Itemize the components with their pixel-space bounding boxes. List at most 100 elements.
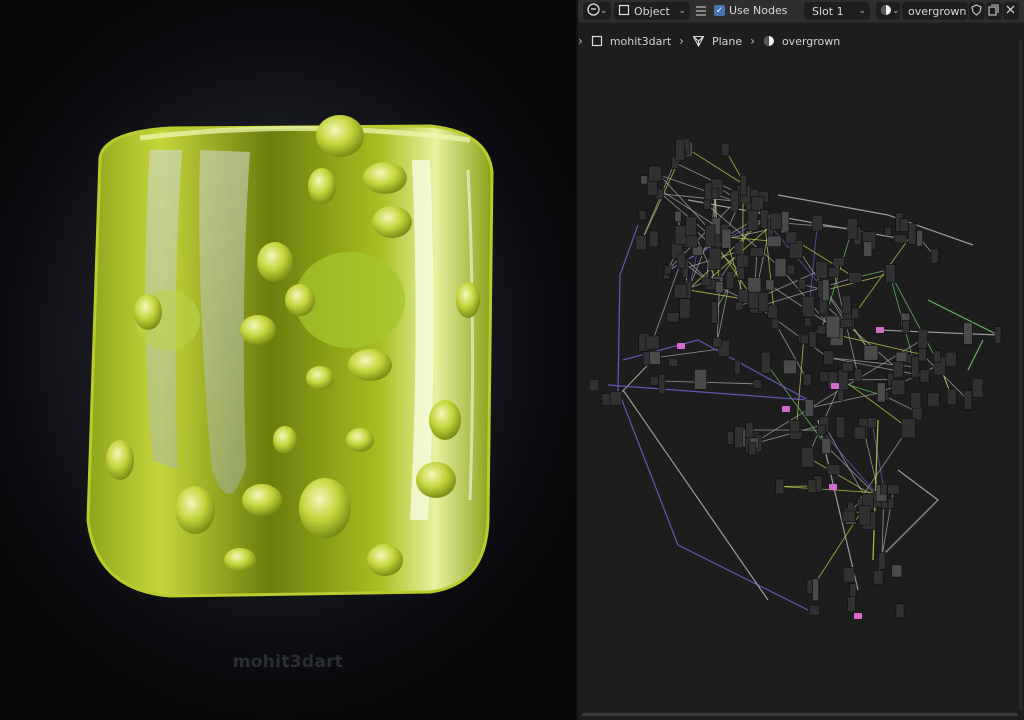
shader-node[interactable] (757, 292, 769, 313)
shader-node[interactable] (588, 379, 600, 391)
shader-node[interactable] (736, 254, 750, 268)
shader-node[interactable] (817, 325, 826, 335)
shader-node[interactable] (726, 430, 734, 445)
shader-node[interactable] (843, 567, 855, 583)
shader-node[interactable] (789, 419, 801, 433)
shader-node[interactable] (730, 189, 739, 213)
shader-node[interactable] (740, 174, 748, 196)
shader-node[interactable] (815, 260, 829, 279)
shader-node[interactable] (893, 234, 908, 244)
shader-node[interactable] (711, 301, 718, 324)
shader-node[interactable] (899, 218, 909, 232)
shader-node[interactable] (747, 209, 759, 232)
shader-node[interactable] (721, 143, 730, 157)
group-node[interactable] (854, 613, 862, 619)
shader-node[interactable] (704, 182, 713, 203)
shader-node[interactable] (648, 351, 661, 365)
shader-node[interactable] (808, 331, 817, 348)
shader-node[interactable] (785, 231, 797, 244)
shader-node[interactable] (801, 295, 815, 318)
shader-node[interactable] (737, 289, 749, 303)
shader-node[interactable] (767, 304, 779, 319)
shader-node[interactable] (797, 279, 807, 290)
shader-node[interactable] (775, 478, 785, 495)
shader-node[interactable] (774, 258, 787, 278)
shader-node[interactable] (825, 315, 841, 339)
shader-node[interactable] (648, 165, 662, 182)
shader-node[interactable] (835, 416, 846, 439)
shader-node[interactable] (853, 368, 863, 382)
shader-node[interactable] (734, 301, 744, 311)
shader-node[interactable] (840, 318, 853, 328)
shader-node[interactable] (674, 210, 682, 223)
shader-node[interactable] (876, 382, 886, 403)
shader-node[interactable] (767, 235, 782, 247)
shader-node[interactable] (837, 369, 849, 391)
shader-node[interactable] (609, 391, 622, 406)
shader-node[interactable] (846, 217, 858, 240)
shader-node[interactable] (664, 265, 672, 275)
shader-node[interactable] (747, 277, 762, 293)
shader-node[interactable] (752, 379, 762, 389)
shader-node[interactable] (819, 371, 829, 383)
shader-node[interactable] (734, 359, 741, 375)
shader-node[interactable] (847, 596, 856, 612)
shader-node[interactable] (930, 248, 939, 264)
shader-node[interactable] (863, 345, 879, 361)
unlink-button[interactable] (1003, 2, 1019, 20)
shader-node[interactable] (712, 337, 722, 348)
shader-node[interactable] (994, 326, 1002, 344)
shader-node[interactable] (901, 418, 916, 439)
shader-node[interactable] (918, 347, 927, 362)
shader-node[interactable] (946, 388, 957, 406)
shader-node[interactable] (821, 279, 830, 302)
material-browse-button[interactable]: ⌄ (876, 2, 900, 20)
shader-node[interactable] (745, 421, 754, 439)
shader-node[interactable] (933, 350, 941, 363)
shader-node[interactable] (676, 253, 686, 269)
shader-node[interactable] (765, 279, 775, 291)
shader-node[interactable] (826, 464, 841, 475)
shader-node[interactable] (649, 230, 659, 248)
shader-node[interactable] (807, 479, 817, 493)
shader-node[interactable] (891, 379, 906, 396)
group-node[interactable] (876, 327, 884, 333)
shader-node[interactable] (821, 437, 832, 454)
material-name-field[interactable]: overgrown (902, 2, 968, 20)
shader-node[interactable] (884, 226, 892, 236)
shader-node[interactable] (902, 320, 910, 334)
shader-node[interactable] (927, 392, 940, 408)
shader-node[interactable] (841, 362, 854, 372)
shader-node[interactable] (945, 351, 957, 367)
shader-node[interactable] (895, 351, 909, 363)
shader-node[interactable] (721, 228, 732, 249)
shader-node[interactable] (685, 216, 697, 236)
horizontal-scrollbar[interactable] (582, 713, 1018, 716)
shader-node[interactable] (760, 209, 769, 229)
shader-node[interactable] (703, 199, 712, 210)
shader-node[interactable] (748, 442, 757, 456)
breadcrumb-mesh[interactable]: Plane (692, 35, 742, 48)
shader-node[interactable] (916, 229, 923, 247)
shader-node[interactable] (801, 446, 814, 468)
shader-node[interactable] (863, 241, 873, 257)
shader-node[interactable] (832, 257, 845, 267)
shader-node[interactable] (919, 369, 930, 383)
shader-node[interactable] (812, 578, 819, 602)
shader-node[interactable] (811, 214, 823, 232)
shader-node[interactable] (971, 378, 984, 398)
shader-node[interactable] (895, 603, 905, 619)
shader-node[interactable] (668, 357, 679, 367)
shader-node[interactable] (666, 312, 680, 323)
shader-node[interactable] (704, 224, 716, 247)
shader-node[interactable] (673, 283, 688, 299)
use-nodes-checkbox[interactable]: ✓ (714, 5, 725, 16)
shader-node[interactable] (694, 369, 707, 390)
shader-node[interactable] (880, 483, 888, 495)
shader-node[interactable] (649, 376, 659, 386)
shader-node[interactable] (800, 334, 809, 345)
shader-node[interactable] (786, 264, 796, 275)
breadcrumb-object[interactable]: mohit3dart (591, 35, 671, 48)
shader-node[interactable] (853, 426, 866, 440)
shader-node[interactable] (911, 355, 920, 379)
